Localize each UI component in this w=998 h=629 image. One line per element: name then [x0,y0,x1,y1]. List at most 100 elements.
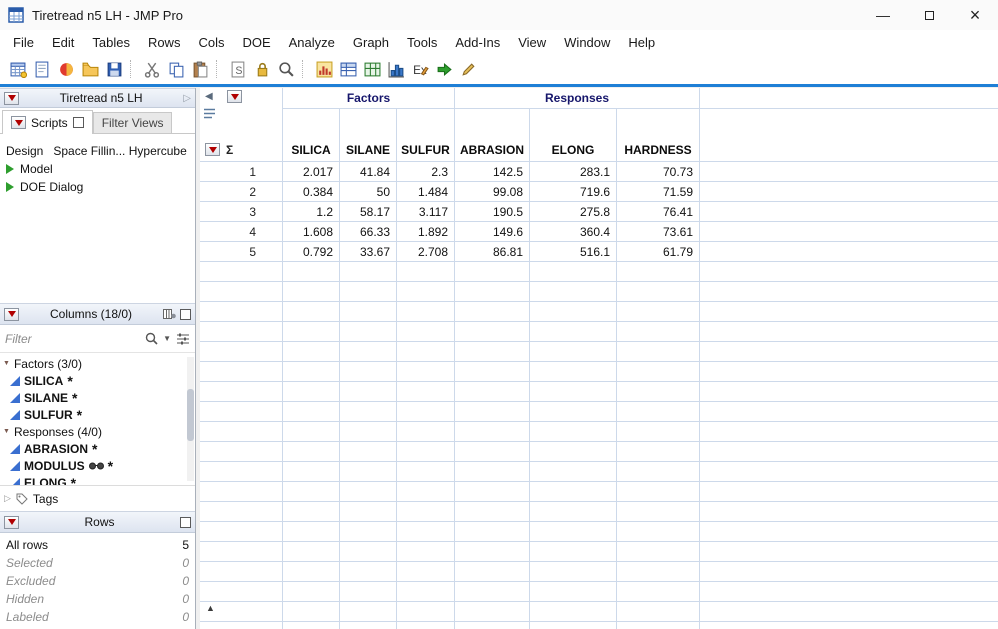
tags-disclosure-icon[interactable]: ▷ [4,493,11,504]
data-cell[interactable]: 2.3 [397,162,455,181]
menu-view[interactable]: View [509,32,555,53]
column-group-responses-4-0[interactable]: ▼ Responses (4/0) [0,423,195,440]
data-cell[interactable]: 70.73 [617,162,700,181]
graph-builder-icon[interactable] [384,57,408,81]
design-property-row[interactable]: Design Space Fillin... Hypercube [4,142,195,160]
collapse-panels-icon[interactable]: ◀ [205,91,213,102]
new-column-icon[interactable] [360,57,384,81]
column-item-silane[interactable]: SILANE * [0,389,195,406]
jmp-home-icon[interactable] [54,57,78,81]
column-header-silica[interactable]: SILICA [283,109,340,161]
menu-tools[interactable]: Tools [398,32,446,53]
header-list-icon[interactable] [203,108,217,119]
column-item-silica[interactable]: SILICA * [0,372,195,389]
column-settings-icon[interactable] [163,308,176,320]
data-cell[interactable]: 50 [340,182,397,201]
rows-red-triangle-menu[interactable] [4,515,19,529]
search-options-caret-icon[interactable]: ▼ [163,334,171,343]
column-item-modulus[interactable]: MODULUS * [0,457,195,474]
data-cell[interactable]: 719.6 [530,182,617,201]
zoom-icon[interactable] [274,57,298,81]
tags-row[interactable]: ▷ Tags [0,485,195,511]
data-cell[interactable]: 73.61 [617,222,700,241]
filter-sliders-icon[interactable] [176,333,190,345]
row-number-cell[interactable]: 4 [200,222,283,241]
data-cell[interactable]: 275.8 [530,202,617,221]
rows-panel-checkbox[interactable] [180,516,191,528]
script-icon[interactable]: S [226,57,250,81]
column-item-elong[interactable]: ELONG * [0,474,195,485]
data-cell[interactable]: 2.017 [283,162,340,181]
summary-sigma-icon[interactable]: Σ [226,143,233,157]
menu-doe[interactable]: DOE [233,32,279,53]
columns-scrollbar-thumb[interactable] [187,389,194,442]
new-journal-icon[interactable] [30,57,54,81]
data-cell[interactable]: 1.892 [397,222,455,241]
column-item-sulfur[interactable]: SULFUR * [0,406,195,423]
row-number-cell[interactable]: 2 [200,182,283,201]
save-icon[interactable] [102,57,126,81]
data-cell[interactable]: 41.84 [340,162,397,181]
row-number-cell[interactable]: 3 [200,202,283,221]
brush-icon[interactable] [456,57,480,81]
data-cell[interactable]: 33.67 [340,242,397,261]
row-stat-all-rows[interactable]: All rows 5 [0,536,195,554]
data-cell[interactable]: 0.384 [283,182,340,201]
menu-analyze[interactable]: Analyze [280,32,344,53]
menu-graph[interactable]: Graph [344,32,398,53]
data-cell[interactable]: 190.5 [455,202,530,221]
new-data-table-icon[interactable] [6,57,30,81]
paste-icon[interactable] [188,57,212,81]
columns-scrollbar[interactable] [187,357,194,481]
column-group-responses[interactable]: Responses [455,88,700,108]
menu-window[interactable]: Window [555,32,619,53]
table-red-triangle-menu[interactable] [4,91,19,105]
menu-edit[interactable]: Edit [43,32,83,53]
data-cell[interactable]: 516.1 [530,242,617,261]
data-cell[interactable]: 99.08 [455,182,530,201]
tab-scripts[interactable]: Scripts [2,110,93,134]
minimize-button[interactable]: — [860,0,906,30]
maximize-button[interactable] [906,0,952,30]
columns-grid-red-triangle-menu[interactable] [205,143,220,156]
columns-panel-checkbox[interactable] [180,308,191,320]
row-stat-labeled[interactable]: Labeled 0 [0,608,195,626]
script-doe-dialog[interactable]: DOE Dialog [4,178,195,196]
row-number-cell[interactable]: 1 [200,162,283,181]
data-cell[interactable]: 0.792 [283,242,340,261]
data-cell[interactable]: 71.59 [617,182,700,201]
cut-icon[interactable] [140,57,164,81]
column-header-elong[interactable]: ELONG [530,109,617,161]
group-disclosure-icon[interactable]: ▼ [3,428,10,435]
data-cell[interactable]: 142.5 [455,162,530,181]
row-stat-excluded[interactable]: Excluded 0 [0,572,195,590]
table-grid-red-triangle-menu[interactable] [227,90,242,103]
panel-expand-chevron-icon[interactable]: ▷ [183,93,191,104]
distribution-icon[interactable] [312,57,336,81]
scripts-checkbox[interactable] [72,117,84,128]
columns-filter-input[interactable]: Filter [5,332,140,346]
data-cell[interactable]: 1.2 [283,202,340,221]
data-cell[interactable]: 283.1 [530,162,617,181]
data-cell[interactable]: 61.79 [617,242,700,261]
menu-cols[interactable]: Cols [189,32,233,53]
data-cell[interactable]: 149.6 [455,222,530,241]
search-icon[interactable] [145,332,158,345]
data-cell[interactable]: 3.117 [397,202,455,221]
data-cell[interactable]: 58.17 [340,202,397,221]
column-header-sulfur[interactable]: SULFUR [397,109,455,161]
menu-file[interactable]: File [4,32,43,53]
data-cell[interactable]: 1.608 [283,222,340,241]
data-cell[interactable]: 2.708 [397,242,455,261]
tabulate-icon[interactable] [336,57,360,81]
data-cell[interactable]: 76.41 [617,202,700,221]
row-stat-hidden[interactable]: Hidden 0 [0,590,195,608]
lock-icon[interactable] [250,57,274,81]
tab-filter-views[interactable]: Filter Views [92,112,173,133]
column-header-abrasion[interactable]: ABRASION [455,109,530,161]
column-group-factors-3-0[interactable]: ▼ Factors (3/0) [0,355,195,372]
close-button[interactable]: × [952,0,998,30]
column-header-silane[interactable]: SILANE [340,109,397,161]
group-disclosure-icon[interactable]: ▼ [3,360,10,367]
data-cell[interactable]: 86.81 [455,242,530,261]
